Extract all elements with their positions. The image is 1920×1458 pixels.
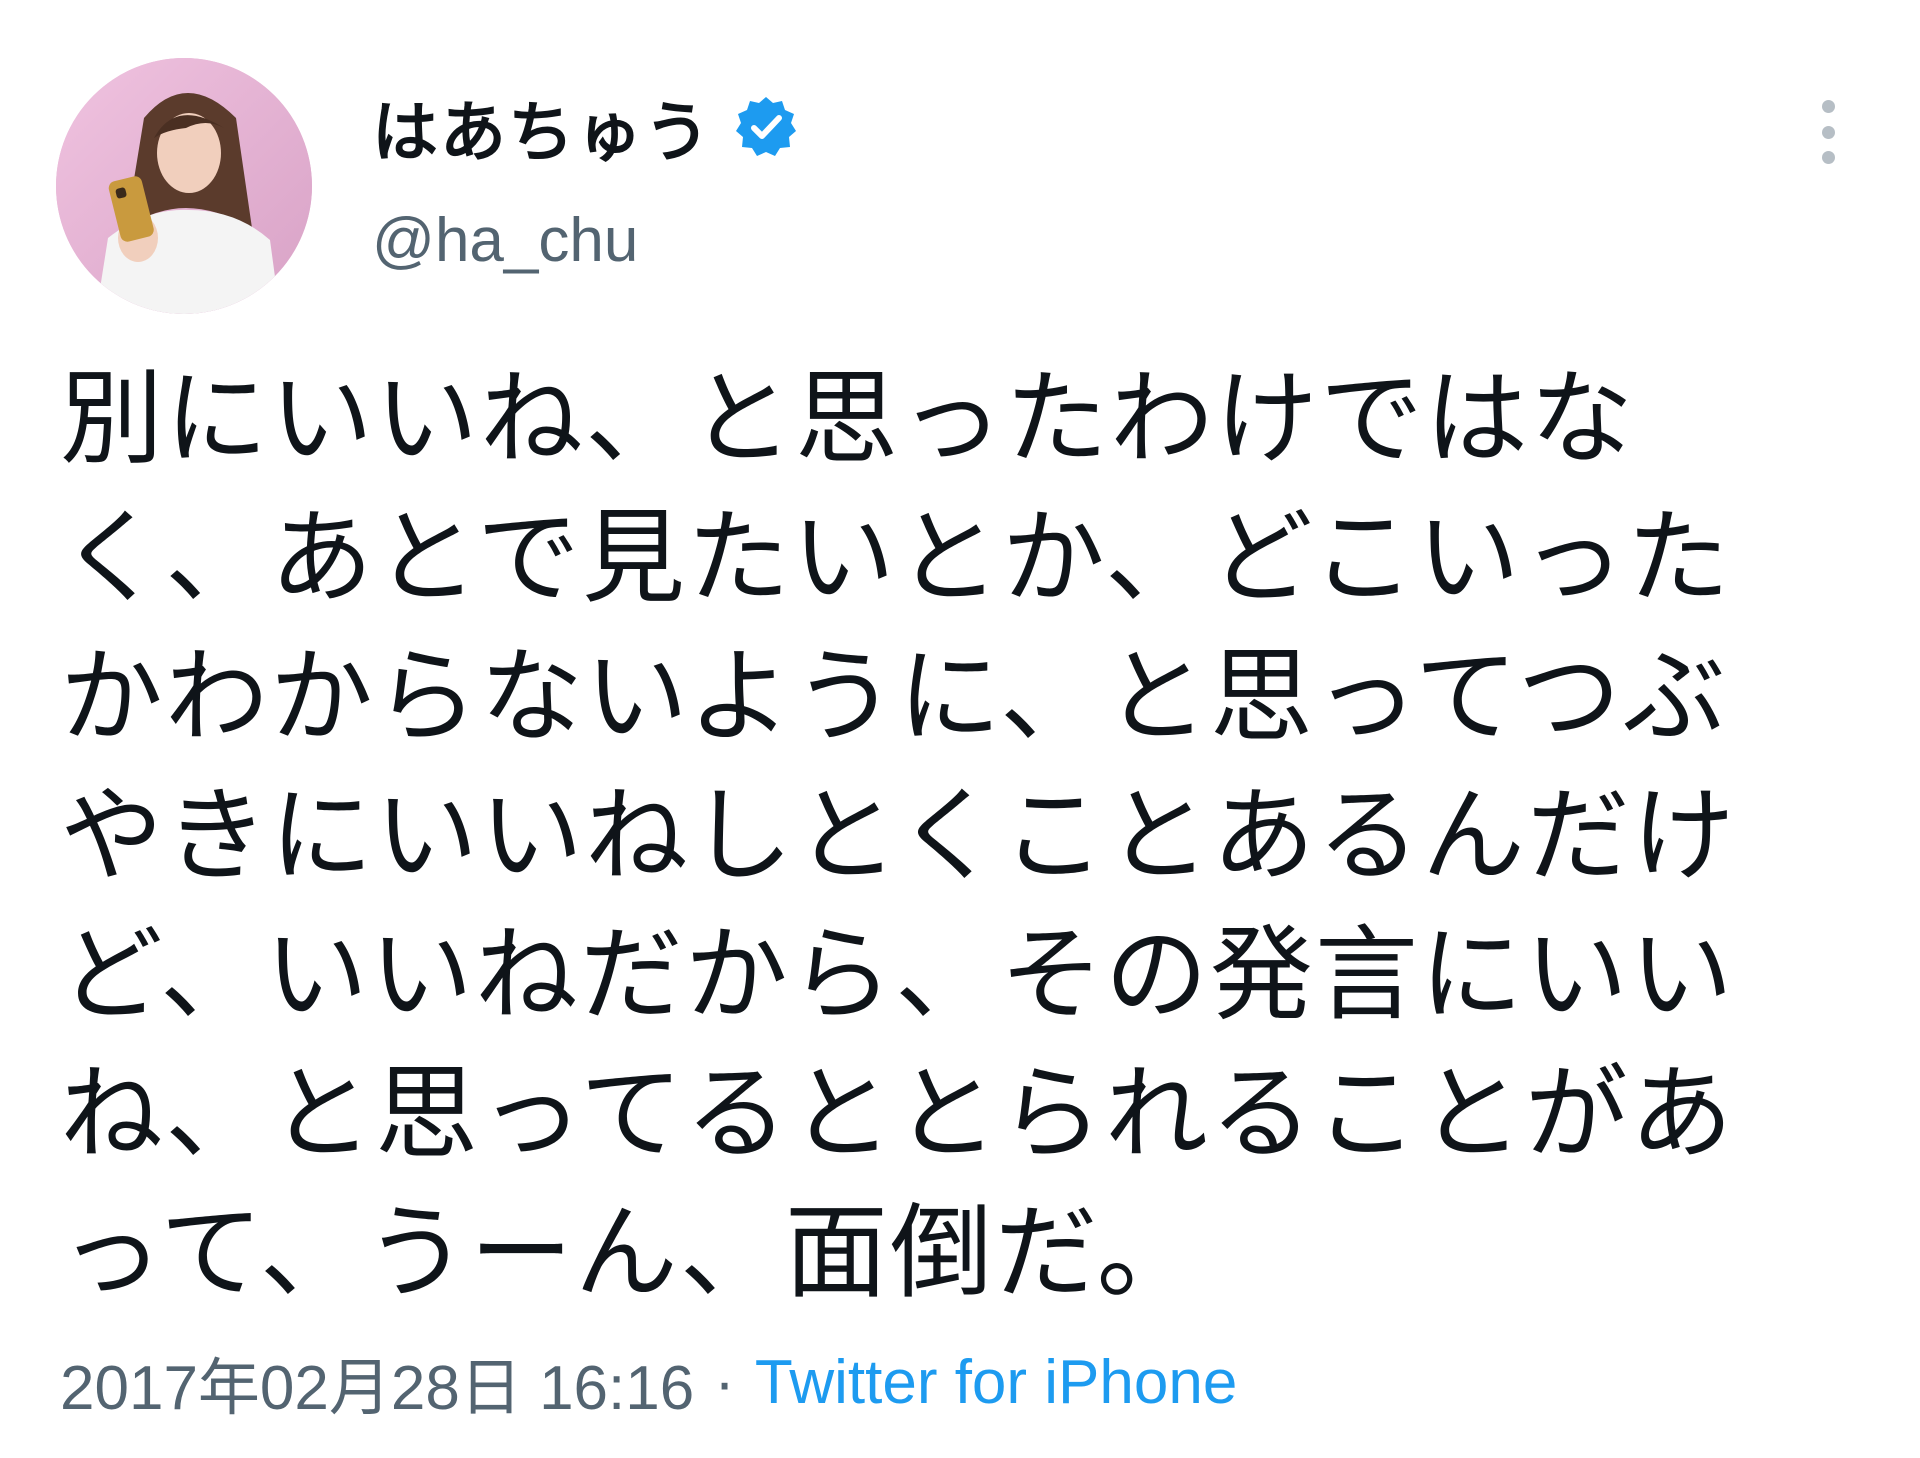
tweet-meta: 2017年02月28日 16:16 · Twitter for iPhone bbox=[60, 1342, 1237, 1424]
user-handle[interactable]: @ha_chu bbox=[372, 205, 638, 276]
tweet-text-line: ね、と思ってるととられることがあ bbox=[60, 1054, 1735, 1174]
profile-photo bbox=[56, 58, 312, 314]
tweet-text-line: かわからないように、と思ってつぶ bbox=[60, 637, 1728, 757]
more-dot bbox=[1821, 151, 1835, 164]
verified-badge-icon bbox=[736, 97, 796, 156]
more-dot bbox=[1821, 100, 1835, 113]
tweet-text-line: ど、いいねだから、その発言にいい bbox=[60, 915, 1735, 1035]
tweet-text: 別にいいね、と思ったわけではな く、あとで見たいとか、どこいった かわからないよ… bbox=[60, 350, 1850, 1323]
tweet-text-line: やきにいいねしとくことあるんだけ bbox=[60, 776, 1737, 896]
more-dot bbox=[1821, 125, 1835, 139]
tweet-text-line: く、あとで見たいとか、どこいった bbox=[60, 498, 1732, 618]
meta-separator: · bbox=[714, 1347, 735, 1417]
tweet-text-line: って、うーん、面倒だ。 bbox=[60, 1193, 1202, 1313]
tweet-source-link[interactable]: Twitter for iPhone bbox=[755, 1347, 1237, 1418]
author-row: はあちゅう bbox=[372, 82, 798, 172]
tweet-text-line: 別にいいね、と思ったわけではな bbox=[60, 359, 1635, 479]
more-vertical-icon[interactable] bbox=[1816, 100, 1840, 164]
tweet-timestamp[interactable]: 2017年02月28日 16:16 bbox=[60, 1337, 694, 1427]
display-name[interactable]: はあちゅう bbox=[372, 79, 712, 175]
avatar[interactable] bbox=[56, 58, 312, 314]
tweet-card: はあちゅう @ha_chu 別にいいね、と思ったわけではな く、あとで見たいとか… bbox=[0, 0, 1920, 1458]
